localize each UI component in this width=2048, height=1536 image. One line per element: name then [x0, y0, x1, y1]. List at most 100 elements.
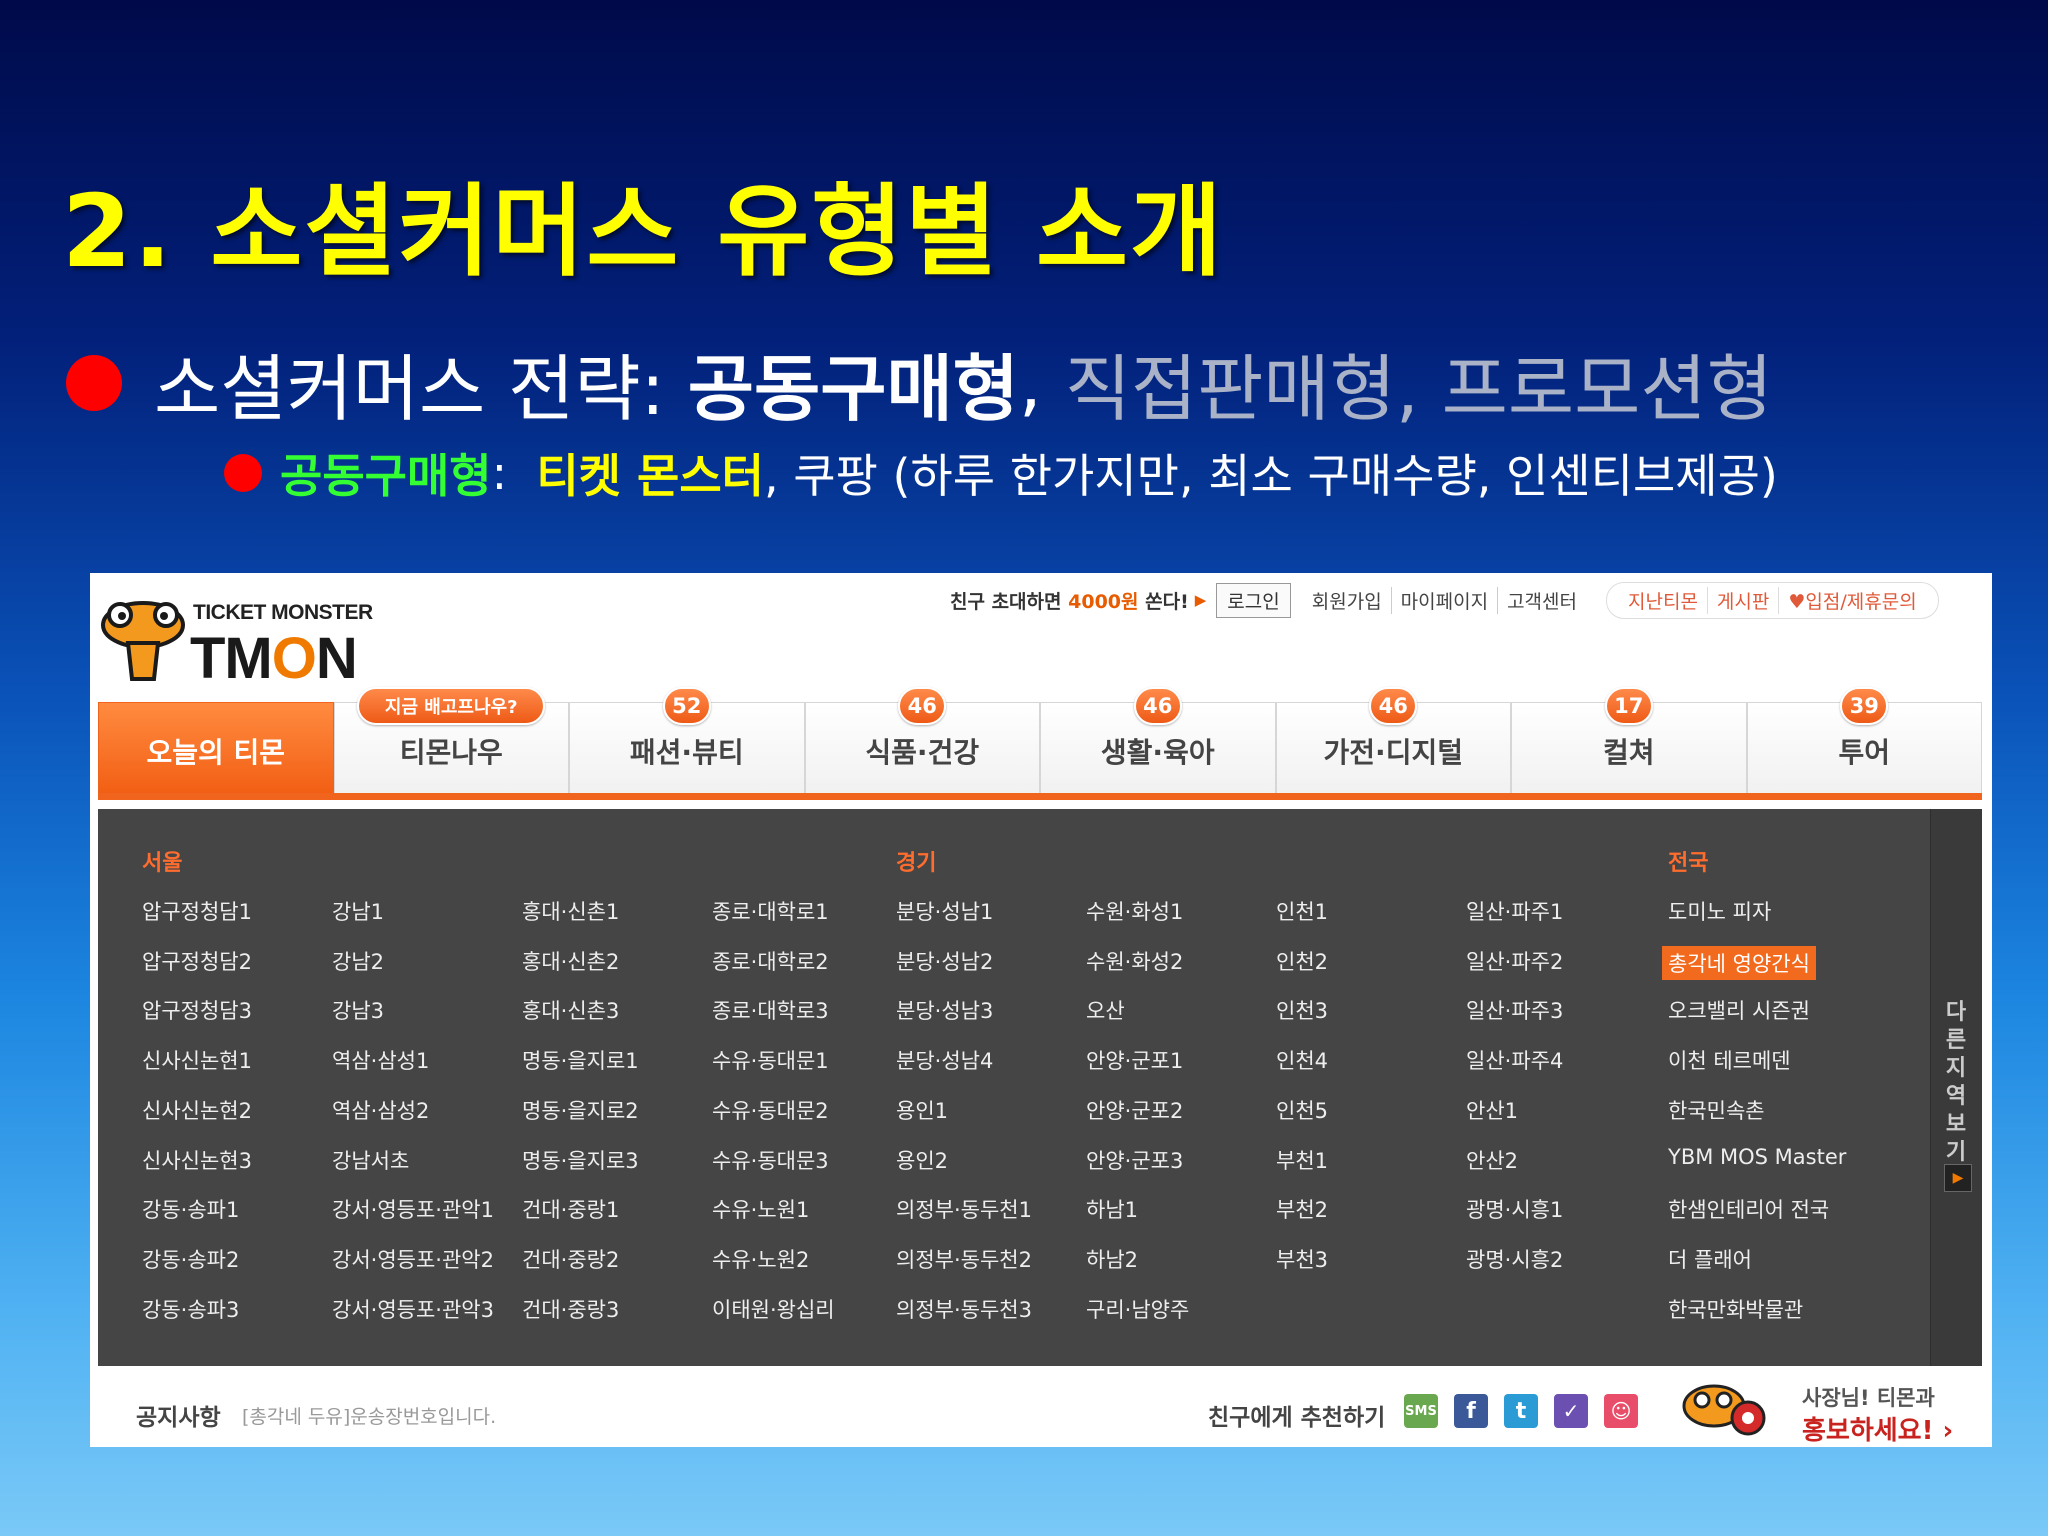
region-link[interactable]: 역삼·삼성1 — [332, 1045, 429, 1075]
notice-link[interactable]: [총각네 두유]운송장번호입니다. — [242, 1402, 496, 1429]
region-link[interactable]: 부천2 — [1276, 1194, 1328, 1224]
region-link[interactable]: 강동·송파1 — [142, 1194, 239, 1224]
tab-tmon-now[interactable]: 지금 배고프나우? 티몬나우 — [333, 687, 569, 793]
region-link[interactable]: 종로·대학로2 — [712, 946, 829, 976]
tmon-logo[interactable]: TICKET MONSTER TMON — [98, 591, 398, 701]
region-link[interactable]: 도미노 피자 — [1668, 896, 1771, 926]
region-link[interactable]: 일산·파주4 — [1466, 1045, 1563, 1075]
region-link[interactable]: 강동·송파2 — [142, 1244, 239, 1274]
region-link[interactable]: 명동·을지로1 — [522, 1045, 639, 1075]
region-link[interactable]: 역삼·삼성2 — [332, 1095, 429, 1125]
login-button[interactable]: 로그인 — [1216, 582, 1291, 618]
tab-today[interactable]: 오늘의 티몬 — [98, 702, 334, 793]
region-link[interactable]: 수원·화성2 — [1086, 946, 1183, 976]
me2day-icon[interactable]: ✓ — [1554, 1394, 1588, 1428]
region-link[interactable]: 하남1 — [1086, 1194, 1138, 1224]
region-link[interactable]: 부천1 — [1276, 1145, 1328, 1175]
region-link[interactable]: 분당·성남2 — [896, 946, 993, 976]
region-link[interactable]: 수유·노원1 — [712, 1194, 809, 1224]
mypage-link[interactable]: 마이페이지 — [1390, 586, 1497, 614]
region-link[interactable]: 홍대·신촌2 — [522, 946, 619, 976]
region-link[interactable]: 수유·동대문3 — [712, 1145, 829, 1175]
region-link[interactable]: 더 플래어 — [1668, 1244, 1752, 1274]
region-link[interactable]: 용인2 — [896, 1145, 948, 1175]
region-link[interactable]: 인천5 — [1276, 1095, 1328, 1125]
region-link[interactable]: 강서·영등포·관악1 — [332, 1194, 494, 1224]
region-link[interactable]: 종로·대학로1 — [712, 896, 829, 926]
region-link[interactable]: 광명·시흥2 — [1466, 1244, 1563, 1274]
region-link[interactable]: 구리·남양주 — [1086, 1294, 1189, 1324]
region-link[interactable]: 홍대·신촌3 — [522, 995, 619, 1025]
region-link[interactable]: 오산 — [1086, 995, 1125, 1025]
tab-digital[interactable]: 46 가전·디지털 — [1275, 687, 1511, 793]
region-link[interactable]: 강남3 — [332, 995, 384, 1025]
yozm-icon[interactable]: ☺ — [1604, 1394, 1638, 1428]
promo-line1[interactable]: 사장님! 티몬과 — [1802, 1382, 1935, 1412]
region-link[interactable]: 수원·화성1 — [1086, 896, 1183, 926]
tab-fashion[interactable]: 52 패션·뷰티 — [569, 687, 805, 793]
region-link[interactable]: 총각네 영양간식 — [1662, 946, 1816, 980]
region-link[interactable]: 오크밸리 시즌권 — [1668, 995, 1810, 1025]
region-link[interactable]: 수유·동대문2 — [712, 1095, 829, 1125]
region-link[interactable]: 종로·대학로3 — [712, 995, 829, 1025]
region-link[interactable]: 인천4 — [1276, 1045, 1328, 1075]
board-link[interactable]: 게시판 — [1706, 586, 1778, 614]
partnership-link[interactable]: ♥입점/제휴문의 — [1778, 586, 1925, 614]
region-link[interactable]: 광명·시흥1 — [1466, 1194, 1563, 1224]
region-link[interactable]: 안양·군포3 — [1086, 1145, 1183, 1175]
region-link[interactable]: 부천3 — [1276, 1244, 1328, 1274]
region-link[interactable]: 의정부·동두천1 — [896, 1194, 1032, 1224]
region-link[interactable]: 강서·영등포·관악2 — [332, 1244, 494, 1274]
region-link[interactable]: 건대·중랑1 — [522, 1194, 619, 1224]
promo-line2[interactable]: 홍보하세요! › — [1802, 1410, 1953, 1447]
tab-food[interactable]: 46 식품·건강 — [804, 687, 1040, 793]
signup-link[interactable]: 회원가입 — [1303, 587, 1391, 614]
customer-center-link[interactable]: 고객센터 — [1497, 586, 1586, 614]
sms-icon[interactable]: SMS — [1404, 1394, 1438, 1428]
region-link[interactable]: 압구정청담2 — [142, 946, 252, 976]
region-link[interactable]: 한샘인테리어 전국 — [1668, 1194, 1829, 1224]
region-link[interactable]: 강서·영등포·관악3 — [332, 1294, 494, 1324]
region-link[interactable]: 하남2 — [1086, 1244, 1138, 1274]
invite-promo[interactable]: 친구 초대하면 4000원 쏜다! — [950, 587, 1189, 614]
region-link[interactable]: 이태원·왕십리 — [712, 1294, 835, 1324]
region-link[interactable]: 한국민속촌 — [1668, 1095, 1765, 1125]
region-link[interactable]: 일산·파주2 — [1466, 946, 1563, 976]
tab-living[interactable]: 46 생활·육아 — [1040, 687, 1276, 793]
region-link[interactable]: 분당·성남3 — [896, 995, 993, 1025]
region-link[interactable]: 인천3 — [1276, 995, 1328, 1025]
region-link[interactable]: 건대·중랑2 — [522, 1244, 619, 1274]
region-link[interactable]: 강남서초 — [332, 1145, 409, 1175]
region-link[interactable]: 안양·군포1 — [1086, 1045, 1183, 1075]
region-link[interactable]: 홍대·신촌1 — [522, 896, 619, 926]
region-link[interactable]: 안양·군포2 — [1086, 1095, 1183, 1125]
region-link[interactable]: 수유·노원2 — [712, 1244, 809, 1274]
region-link[interactable]: 신사신논현2 — [142, 1095, 252, 1125]
play-arrow-icon[interactable]: ▶ — [1944, 1164, 1972, 1192]
region-link[interactable]: 압구정청담3 — [142, 995, 252, 1025]
region-link[interactable]: 일산·파주3 — [1466, 995, 1563, 1025]
past-tmon-link[interactable]: 지난티몬 — [1619, 587, 1707, 614]
tab-culture[interactable]: 17 컬쳐 — [1511, 687, 1747, 793]
region-link[interactable]: 압구정청담1 — [142, 896, 252, 926]
region-link[interactable]: 신사신논현1 — [142, 1045, 252, 1075]
region-link[interactable]: 명동·을지로3 — [522, 1145, 639, 1175]
side-more-bar[interactable]: 다른 지역보기 ▶ — [1930, 809, 1982, 1366]
region-link[interactable]: 명동·을지로2 — [522, 1095, 639, 1125]
region-link[interactable]: YBM MOS Master — [1668, 1145, 1846, 1169]
region-link[interactable]: 한국만화박물관 — [1668, 1294, 1803, 1324]
region-link[interactable]: 인천2 — [1276, 946, 1328, 976]
region-link[interactable]: 일산·파주1 — [1466, 896, 1563, 926]
region-link[interactable]: 신사신논현3 — [142, 1145, 252, 1175]
region-link[interactable]: 분당·성남4 — [896, 1045, 993, 1075]
twitter-icon[interactable]: t — [1504, 1394, 1538, 1428]
region-link[interactable]: 분당·성남1 — [896, 896, 993, 926]
region-link[interactable]: 강동·송파3 — [142, 1294, 239, 1324]
region-link[interactable]: 강남1 — [332, 896, 384, 926]
tab-tour[interactable]: 39 투어 — [1746, 687, 1982, 793]
facebook-icon[interactable]: f — [1454, 1394, 1488, 1428]
region-link[interactable]: 의정부·동두천3 — [896, 1294, 1032, 1324]
region-link[interactable]: 안산1 — [1466, 1095, 1518, 1125]
region-link[interactable]: 의정부·동두천2 — [896, 1244, 1032, 1274]
region-link[interactable]: 이천 테르메덴 — [1668, 1045, 1791, 1075]
